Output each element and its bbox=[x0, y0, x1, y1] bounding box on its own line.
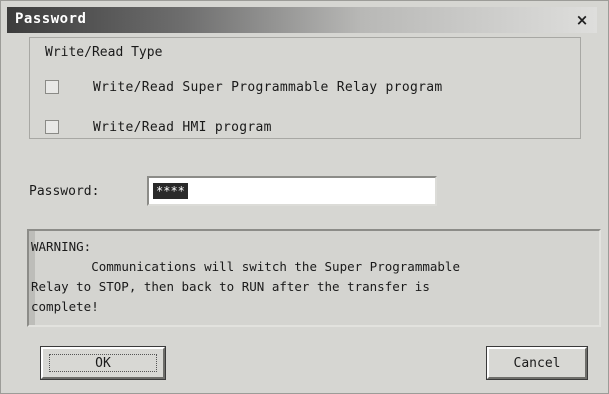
warning-box: WARNING: Communications will switch the … bbox=[27, 229, 601, 327]
password-label: Password: bbox=[29, 184, 100, 199]
checkbox-icon[interactable] bbox=[45, 120, 59, 134]
cancel-label: Cancel bbox=[513, 355, 561, 371]
close-icon[interactable]: × bbox=[573, 11, 591, 29]
checkbox-icon[interactable] bbox=[45, 80, 59, 94]
option-super-programmable-relay[interactable]: Write/Read Super Programmable Relay prog… bbox=[45, 77, 442, 97]
cancel-button[interactable]: Cancel bbox=[486, 346, 588, 380]
option-label: Write/Read HMI program bbox=[93, 119, 272, 135]
ok-button[interactable]: OK bbox=[40, 346, 166, 380]
option-hmi-program[interactable]: Write/Read HMI program bbox=[45, 117, 272, 137]
password-input[interactable]: **** bbox=[147, 176, 437, 206]
password-dialog: Password × Write/Read Type Write/Read Su… bbox=[0, 0, 609, 394]
password-value: **** bbox=[153, 183, 188, 199]
option-label: Write/Read Super Programmable Relay prog… bbox=[93, 79, 443, 95]
focus-ring bbox=[49, 354, 157, 372]
warning-text: WARNING: Communications will switch the … bbox=[31, 239, 460, 314]
title-bar[interactable]: Password × bbox=[7, 7, 597, 33]
dialog-title: Password bbox=[15, 11, 87, 27]
group-legend: Write/Read Type bbox=[43, 45, 165, 60]
